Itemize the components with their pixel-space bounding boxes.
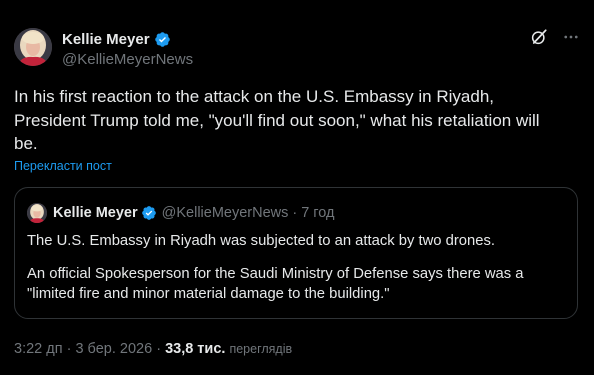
avatar[interactable] bbox=[14, 28, 52, 66]
tweet-text: In his first reaction to the attack on t… bbox=[14, 87, 540, 153]
tweet-header: Kellie Meyer @KellieMeyerNews bbox=[14, 26, 580, 70]
quoted-paragraph-1: The U.S. Embassy in Riyadh was subjected… bbox=[27, 233, 495, 249]
separator-dot: · bbox=[66, 341, 72, 357]
quoted-timestamp[interactable]: 7 год bbox=[301, 205, 334, 221]
author-handle[interactable]: @KellieMeyerNews bbox=[62, 51, 193, 68]
quoted-tweet-text: The U.S. Embassy in Riyadh was subjected… bbox=[27, 231, 567, 304]
quoted-avatar[interactable] bbox=[27, 203, 47, 223]
verified-badge-icon bbox=[154, 31, 171, 48]
tweet-meta: 3:22 дп · 3 бер. 2026 · 33,8 тис. перегл… bbox=[14, 341, 292, 357]
quoted-author-name[interactable]: Kellie Meyer bbox=[53, 205, 138, 221]
views-label: переглядів bbox=[229, 342, 293, 356]
post-date[interactable]: 3 бер. 2026 bbox=[75, 341, 152, 357]
author-block: Kellie Meyer @KellieMeyerNews bbox=[62, 29, 193, 69]
separator-dot: · bbox=[156, 341, 162, 357]
quoted-tweet[interactable]: Kellie Meyer @KellieMeyerNews · 7 год Th… bbox=[14, 187, 578, 319]
quoted-tweet-header: Kellie Meyer @KellieMeyerNews · 7 год bbox=[27, 203, 335, 223]
post-time[interactable]: 3:22 дп bbox=[14, 341, 63, 357]
views-count: 33,8 тис. bbox=[165, 341, 226, 357]
author-name[interactable]: Kellie Meyer bbox=[62, 31, 150, 48]
tweet[interactable]: Kellie Meyer @KellieMeyerNews In his fir… bbox=[0, 0, 594, 375]
tweet-actions bbox=[530, 28, 580, 46]
translate-post-link[interactable]: Перекласти пост bbox=[14, 159, 112, 173]
grok-icon[interactable] bbox=[530, 28, 548, 46]
separator-dot: · bbox=[292, 205, 298, 221]
verified-badge-icon bbox=[141, 205, 157, 221]
more-icon[interactable] bbox=[562, 28, 580, 46]
quoted-paragraph-2: An official Spokesperson for the Saudi M… bbox=[27, 266, 524, 302]
quoted-author-handle[interactable]: @KellieMeyerNews bbox=[162, 205, 289, 221]
